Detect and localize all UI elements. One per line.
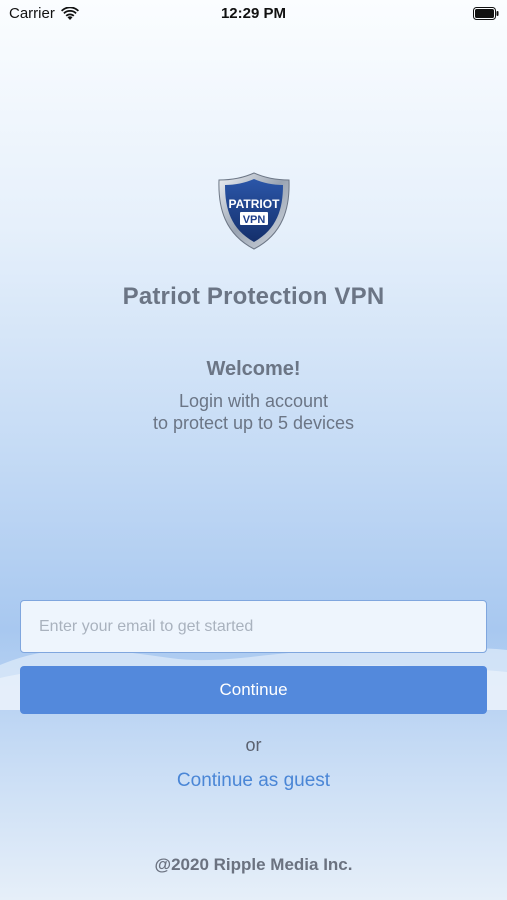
patriot-vpn-shield-icon: PATRIOT VPN [218, 172, 290, 250]
status-time: 12:29 PM [220, 5, 287, 22]
continue-button[interactable]: Continue [20, 666, 487, 714]
logo-text-line2: VPN [243, 214, 266, 226]
email-input[interactable] [20, 600, 487, 653]
status-bar: Carrier 12:29 PM [0, 0, 507, 28]
or-separator: or [245, 735, 262, 755]
app-title: Patriot Protection VPN [122, 283, 385, 310]
continue-as-guest-link[interactable]: Continue as guest [0, 770, 507, 792]
battery-icon [473, 7, 499, 20]
copyright-footer: @2020 Ripple Media Inc. [154, 855, 353, 874]
welcome-line-1: Login with account [178, 391, 329, 411]
welcome-line-2: to protect up to 5 devices [152, 413, 355, 433]
welcome-subtitle: Login with account to protect up to 5 de… [0, 390, 507, 434]
welcome-heading: Welcome! [206, 358, 301, 380]
logo-text-line1: PATRIOT [229, 197, 281, 211]
